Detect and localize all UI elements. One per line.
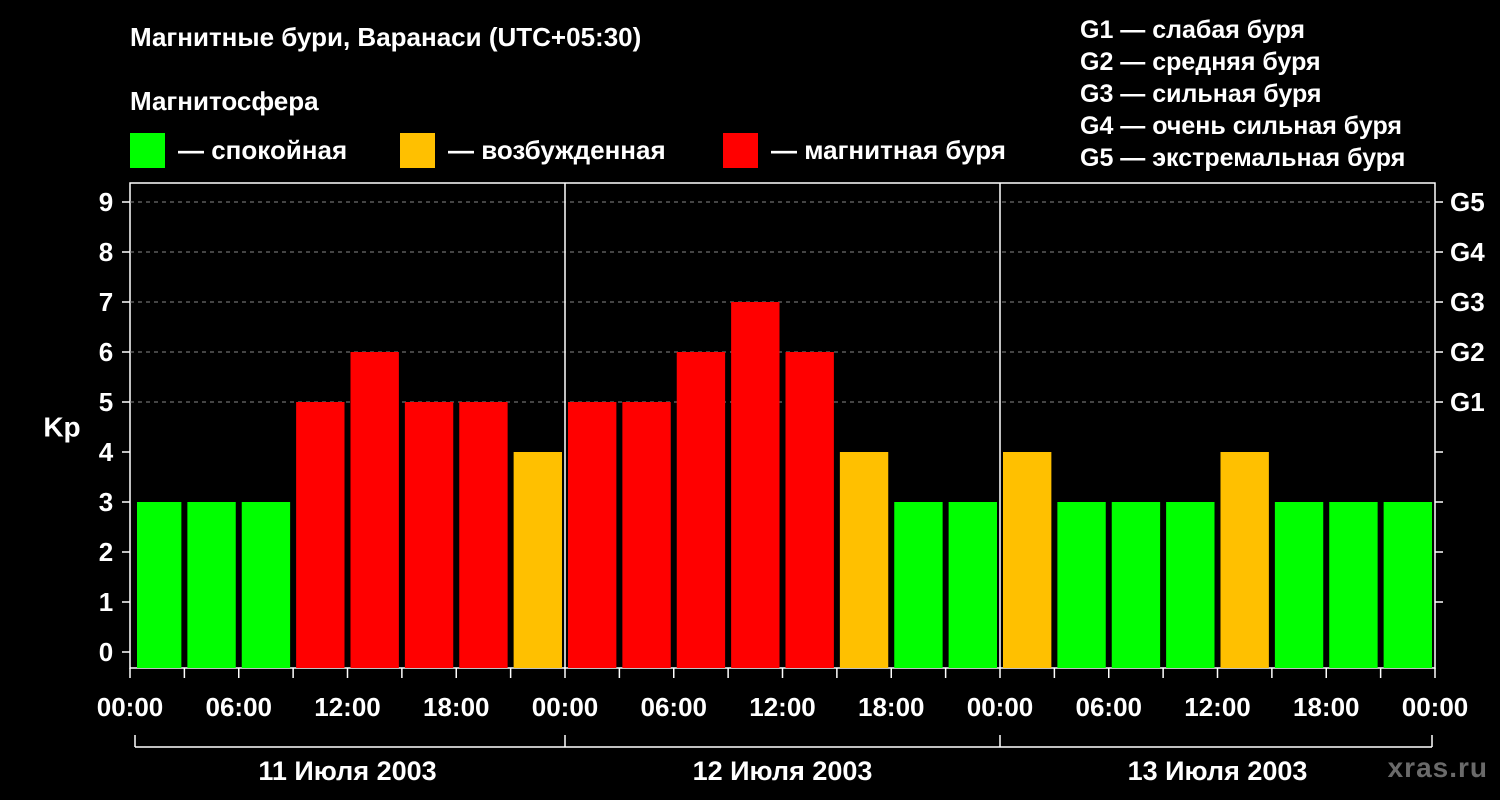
y-tick-label: 7 (99, 287, 113, 317)
g-level-label: G5 (1450, 187, 1485, 217)
kp-bar (513, 452, 562, 668)
kp-bar (1274, 502, 1324, 668)
y-axis-label: Kp (43, 412, 80, 443)
y-tick-label: 8 (99, 237, 113, 267)
x-tick-label: 12:00 (749, 692, 816, 722)
kp-bar (1166, 502, 1215, 668)
kp-bar (676, 352, 726, 668)
kp-bar (1329, 502, 1378, 668)
x-tick-label: 06:00 (641, 692, 708, 722)
kp-bar (839, 452, 889, 668)
kp-bar (785, 352, 834, 668)
kp-bar (459, 402, 508, 668)
y-tick-label: 3 (99, 487, 113, 517)
g-level-label: G4 (1450, 237, 1485, 267)
kp-bar (296, 402, 345, 668)
x-tick-label: 12:00 (1184, 692, 1251, 722)
kp-bar (894, 502, 943, 668)
kp-bar (137, 502, 182, 668)
g-level-label: G1 (1450, 387, 1485, 417)
x-tick-label: 18:00 (858, 692, 925, 722)
kp-bar (731, 302, 780, 668)
y-tick-label: 1 (99, 587, 113, 617)
y-tick-label: 2 (99, 537, 113, 567)
x-tick-label: 06:00 (206, 692, 273, 722)
y-tick-label: 6 (99, 337, 113, 367)
kp-bar (404, 402, 454, 668)
x-tick-label: 00:00 (532, 692, 599, 722)
kp-bar (1220, 452, 1269, 668)
x-tick-label: 00:00 (97, 692, 164, 722)
day-label: 12 Июля 2003 (693, 756, 873, 786)
y-tick-label: 4 (99, 437, 114, 467)
kp-bar (187, 502, 236, 668)
kp-bar (350, 352, 399, 668)
x-tick-label: 18:00 (1293, 692, 1360, 722)
x-tick-label: 18:00 (423, 692, 490, 722)
x-tick-label: 00:00 (967, 692, 1034, 722)
y-tick-label: 0 (99, 637, 113, 667)
y-tick-label: 5 (99, 387, 113, 417)
kp-bar (1111, 502, 1161, 668)
day-label: 11 Июля 2003 (258, 756, 436, 786)
x-tick-label: 06:00 (1076, 692, 1143, 722)
x-tick-label: 12:00 (314, 692, 381, 722)
kp-bar (1057, 502, 1106, 668)
kp-bar (1383, 502, 1432, 668)
x-tick-label: 00:00 (1402, 692, 1469, 722)
y-tick-label: 9 (99, 187, 113, 217)
kp-bar (622, 402, 671, 668)
g-level-label: G3 (1450, 287, 1485, 317)
kp-bar (948, 502, 997, 668)
kp-bar (241, 502, 291, 668)
day-label: 13 Июля 2003 (1128, 756, 1308, 786)
watermark: xras.ru (1387, 752, 1488, 783)
g-level-label: G2 (1450, 337, 1485, 367)
kp-bar (1003, 452, 1052, 668)
kp-index-chart: 0 1 2 3 4 5 6 7 8 9 G1 G2 G3 G4 G5 Kp 00:00 06:00 12:00 18:… (43, 182, 1485, 786)
kp-bar (568, 402, 617, 668)
